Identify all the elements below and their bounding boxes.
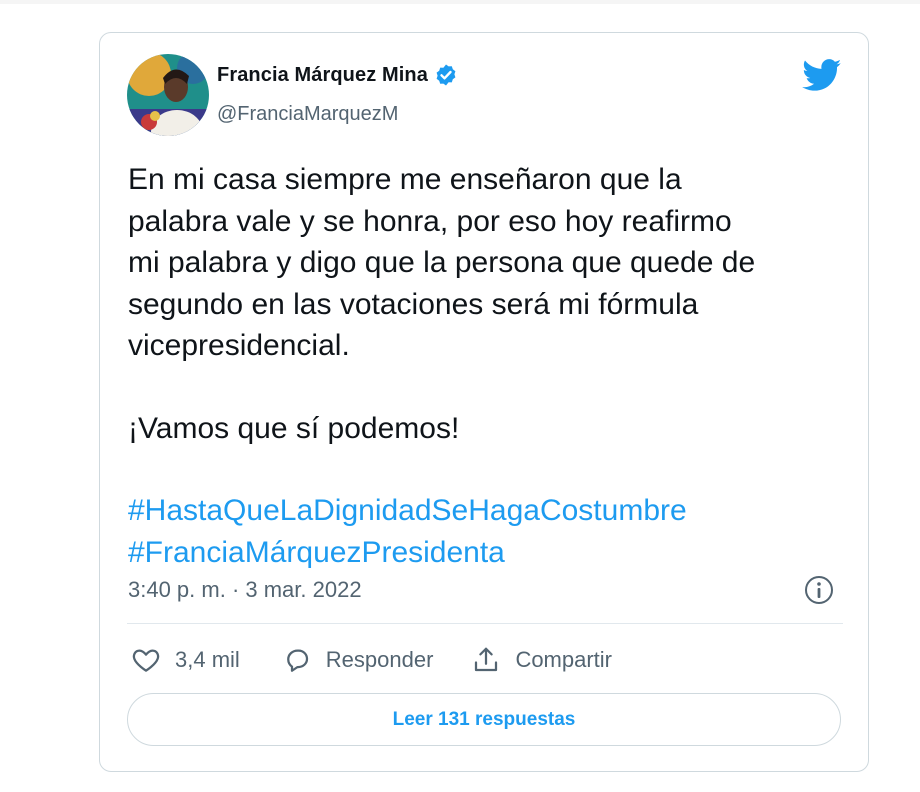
reply-button[interactable]: Responder <box>282 645 434 675</box>
top-edge <box>0 0 920 4</box>
tweet-text-line: En mi casa siempre me enseñaron que la <box>128 163 682 196</box>
tweet-text-line: mi palabra y digo que la persona que que… <box>128 246 756 279</box>
hashtag-link[interactable]: #FranciaMárquezPresidenta <box>128 532 848 574</box>
author-handle[interactable]: @FranciaMarquezM <box>217 103 398 126</box>
share-icon <box>475 647 498 672</box>
tweet-text: En mi casa siempre me enseñaron que la p… <box>128 159 848 573</box>
tweet-timestamp[interactable]: 3:40 p. m. · 3 mar. 2022 <box>128 577 362 603</box>
tweet-text-line: ¡Vamos que sí podemos! <box>128 411 460 445</box>
tweet-text-line: vicepresidencial. <box>128 329 350 362</box>
share-label: Compartir <box>515 647 613 672</box>
tweet-card: Francia Márquez Mina @FranciaMarquezM En… <box>99 32 869 772</box>
like-count: 3,4 mil <box>175 647 240 672</box>
tweet-text-line: segundo en las votaciones será mi fórmul… <box>128 287 699 321</box>
like-button[interactable]: 3,4 mil <box>131 645 240 675</box>
author-row: Francia Márquez Mina <box>217 63 458 87</box>
reply-label: Responder <box>325 647 434 672</box>
author-name[interactable]: Francia Márquez Mina <box>217 64 428 87</box>
info-icon[interactable] <box>803 574 835 606</box>
verified-badge-icon <box>434 63 458 87</box>
read-replies-button[interactable]: Leer 131 respuestas <box>127 693 841 746</box>
share-button[interactable]: Compartir <box>471 645 612 675</box>
hashtag-link[interactable]: #HastaQueLaDignidadSeHagaCostumbre <box>128 490 848 532</box>
heart-icon <box>132 649 160 672</box>
twitter-bird-icon[interactable] <box>802 59 842 92</box>
reply-bubble-icon <box>286 649 308 672</box>
divider <box>127 623 843 624</box>
action-bar: 3,4 mil Responder Compartir <box>131 644 612 676</box>
avatar[interactable] <box>127 54 209 136</box>
tweet-text-line: palabra vale y se honra, por eso hoy rea… <box>128 204 732 238</box>
